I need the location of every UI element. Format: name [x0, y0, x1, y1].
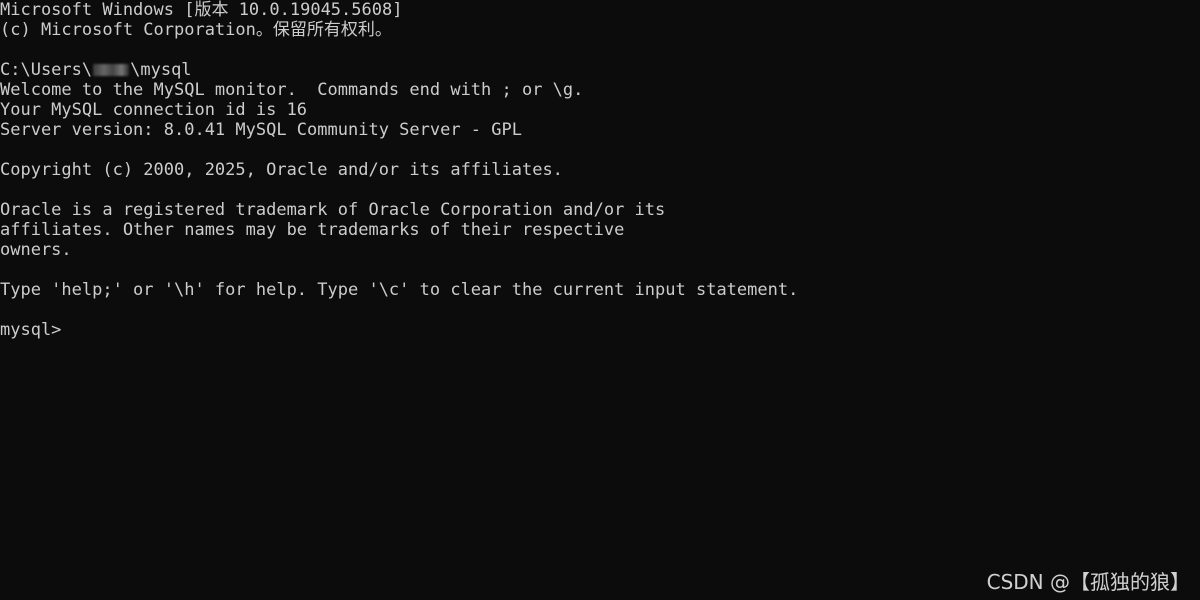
console-line: Your MySQL connection id is 16 — [0, 100, 308, 120]
console-line: Server version: 8.0.41 MySQL Community S… — [0, 120, 522, 140]
path-prefix: C:\Users\ — [0, 60, 93, 80]
csdn-watermark: CSDN @【孤独的狼】 — [986, 570, 1190, 594]
terminal-window[interactable]: Microsoft Windows [版本 10.0.19045.5608] (… — [0, 0, 1200, 600]
console-line: Microsoft Windows [版本 10.0.19045.5608] — [0, 0, 403, 20]
prompt-text: mysql> — [0, 320, 62, 340]
redacted-username — [93, 64, 130, 76]
console-line: Type 'help;' or '\h' for help. Type '\c'… — [0, 280, 799, 300]
console-line: Welcome to the MySQL monitor. Commands e… — [0, 80, 584, 100]
path-suffix-command: \mysql — [130, 60, 192, 80]
console-line: Copyright (c) 2000, 2025, Oracle and/or … — [0, 160, 563, 180]
mysql-prompt[interactable]: mysql> — [0, 320, 1200, 340]
console-line: affiliates. Other names may be trademark… — [0, 220, 625, 240]
console-line: Oracle is a registered trademark of Orac… — [0, 200, 666, 220]
console-line: owners. — [0, 240, 72, 260]
console-line: (c) Microsoft Corporation。保留所有权利。 — [0, 20, 392, 40]
command-line: C:\Users\ \mysql — [0, 60, 1200, 80]
